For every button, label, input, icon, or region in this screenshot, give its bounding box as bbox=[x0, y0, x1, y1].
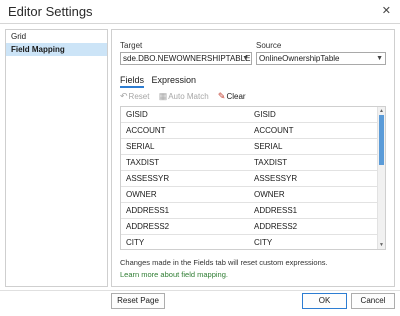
target-dropdown[interactable]: sde.DBO.NEWOWNERSHIPTABLE ▼ bbox=[120, 52, 252, 65]
scrollbar-thumb[interactable] bbox=[379, 115, 384, 165]
clear-label: Clear bbox=[226, 92, 246, 101]
reset-page-button[interactable]: Reset Page bbox=[111, 293, 165, 309]
target-field-cell: OWNER bbox=[126, 190, 157, 199]
tab-fields[interactable]: Fields bbox=[120, 75, 145, 88]
auto-match-label: Auto Match bbox=[168, 92, 209, 101]
source-value: OnlineOwnershipTable bbox=[259, 54, 340, 63]
target-field-cell: ASSESSYR bbox=[126, 174, 170, 183]
target-field-cell: SERIAL bbox=[126, 142, 155, 151]
undo-icon: ↶ bbox=[120, 91, 128, 101]
table-row[interactable]: ADDRESS2 ADDRESS2 bbox=[121, 219, 385, 235]
target-label: Target bbox=[120, 41, 143, 50]
table-row[interactable]: ACCOUNT ACCOUNT bbox=[121, 123, 385, 139]
table-row[interactable]: GISID GISID bbox=[121, 107, 385, 123]
table-row[interactable]: OWNER OWNER bbox=[121, 187, 385, 203]
target-field-cell: ACCOUNT bbox=[126, 126, 166, 135]
auto-match-button[interactable]: ▦Auto Match bbox=[159, 91, 209, 102]
source-dropdown[interactable]: OnlineOwnershipTable ▼ bbox=[256, 52, 386, 65]
source-field-cell[interactable]: SERIAL bbox=[249, 142, 282, 151]
table-row[interactable]: ASSESSYR ASSESSYR bbox=[121, 171, 385, 187]
target-value: sde.DBO.NEWOWNERSHIPTABLE bbox=[123, 54, 251, 63]
source-field-cell[interactable]: ADDRESS1 bbox=[249, 206, 297, 215]
target-field-cell: ADDRESS1 bbox=[126, 206, 170, 215]
close-icon[interactable]: ✕ bbox=[382, 4, 391, 17]
source-field-cell[interactable]: ACCOUNT bbox=[249, 126, 294, 135]
target-field-cell: ADDRESS2 bbox=[126, 222, 170, 231]
source-field-cell[interactable]: OWNER bbox=[249, 190, 285, 199]
window-title: Editor Settings bbox=[8, 4, 93, 19]
auto-match-icon: ▦ bbox=[158, 91, 168, 101]
title-bar: Editor Settings ✕ bbox=[0, 0, 400, 24]
source-field-cell[interactable]: GISID bbox=[249, 110, 276, 119]
tab-strip: Fields Expression bbox=[120, 75, 201, 88]
sidebar-item-grid[interactable]: Grid bbox=[6, 30, 107, 43]
target-field-cell: GISID bbox=[126, 110, 148, 119]
scroll-down-icon[interactable]: ▼ bbox=[379, 242, 384, 248]
mapping-toolbar: ↶Reset ▦Auto Match ✎Clear bbox=[120, 91, 253, 102]
sidebar-item-field-mapping[interactable]: Field Mapping bbox=[6, 43, 107, 56]
eraser-icon: ✎ bbox=[217, 91, 226, 101]
clear-button[interactable]: ✎Clear bbox=[218, 91, 246, 102]
fields-tab-note: Changes made in the Fields tab will rese… bbox=[120, 258, 328, 267]
field-mapping-grid[interactable]: GISID GISID ACCOUNT ACCOUNT SERIAL SERIAL T… bbox=[120, 106, 386, 250]
table-row[interactable]: SERIAL SERIAL bbox=[121, 139, 385, 155]
table-row[interactable]: TAXDIST TAXDIST bbox=[121, 155, 385, 171]
learn-more-link[interactable]: Learn more about field mapping. bbox=[120, 270, 228, 279]
footer-divider bbox=[0, 290, 400, 291]
table-row[interactable]: CITY CITY bbox=[121, 235, 385, 249]
source-field-cell[interactable]: CITY bbox=[249, 238, 272, 247]
chevron-down-icon: ▼ bbox=[376, 55, 383, 62]
scroll-up-icon[interactable]: ▲ bbox=[379, 108, 384, 114]
source-field-cell[interactable]: ADDRESS2 bbox=[249, 222, 297, 231]
tab-expression[interactable]: Expression bbox=[152, 75, 197, 86]
source-label: Source bbox=[256, 41, 282, 50]
chevron-down-icon: ▼ bbox=[242, 55, 249, 62]
table-row[interactable]: ADDRESS1 ADDRESS1 bbox=[121, 203, 385, 219]
source-field-cell[interactable]: TAXDIST bbox=[249, 158, 287, 167]
grid-scrollbar[interactable]: ▲ ▼ bbox=[377, 107, 385, 249]
reset-label: Reset bbox=[128, 92, 150, 101]
field-mapping-panel: Target sde.DBO.NEWOWNERSHIPTABLE ▼ Sourc… bbox=[111, 29, 395, 287]
settings-sidebar: Grid Field Mapping bbox=[5, 29, 108, 287]
reset-button[interactable]: ↶Reset bbox=[120, 91, 149, 102]
target-field-cell: TAXDIST bbox=[126, 158, 160, 167]
ok-button[interactable]: OK bbox=[302, 293, 347, 309]
source-field-cell[interactable]: ASSESSYR bbox=[249, 174, 297, 183]
cancel-button[interactable]: Cancel bbox=[351, 293, 395, 309]
target-field-cell: CITY bbox=[126, 238, 145, 247]
